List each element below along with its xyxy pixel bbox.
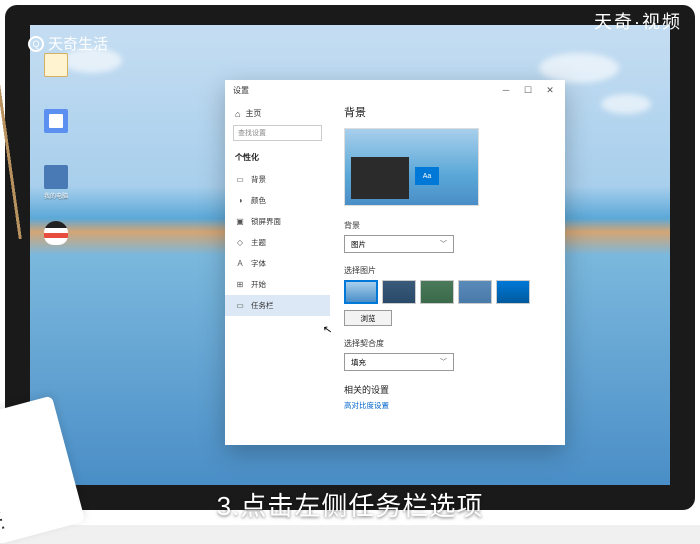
sidebar-item-label: 主题 <box>251 237 266 248</box>
related-link[interactable]: 高对比度设置 <box>344 400 551 411</box>
taskbar-icon: ▭ <box>235 301 245 311</box>
thumbnail[interactable] <box>496 280 530 304</box>
settings-main: 背景 背景 图片 ﹀ 选择图片 <box>330 100 565 445</box>
related-heading: 相关的设置 <box>344 383 551 396</box>
sidebar-item-label: 任务栏 <box>251 300 274 311</box>
close-button[interactable]: ✕ <box>539 81 561 99</box>
themes-icon: ◇ <box>235 238 245 248</box>
search-input[interactable]: 查找设置 <box>233 125 322 141</box>
minimize-button[interactable]: ─ <box>495 81 517 99</box>
logo-icon: Q <box>28 36 44 52</box>
sidebar-item-taskbar[interactable]: ▭ 任务栏 <box>225 295 330 316</box>
desktop-icon-browser[interactable] <box>40 109 72 147</box>
tablet-bezel: 我的电脑 设置 ─ ☐ ✕ <box>5 5 695 510</box>
background-preview <box>344 128 479 206</box>
search-placeholder: 查找设置 <box>238 128 266 138</box>
window-content: ⌂ 主页 查找设置 个性化 ▭ 背景 ◑ 颜色 <box>225 100 565 445</box>
cloud-decoration <box>601 94 651 114</box>
home-label: 主页 <box>245 108 261 119</box>
titlebar[interactable]: 设置 ─ ☐ ✕ <box>225 80 565 100</box>
home-icon: ⌂ <box>235 109 240 119</box>
background-icon: ▭ <box>235 175 245 185</box>
desktop-icon-file[interactable] <box>40 53 72 91</box>
settings-window: 设置 ─ ☐ ✕ ⌂ 主页 查找设置 <box>225 80 565 445</box>
dropdown-value: 图片 <box>351 239 366 250</box>
thumbnail[interactable] <box>382 280 416 304</box>
sidebar-item-fonts[interactable]: A 字体 <box>225 253 330 274</box>
colors-icon: ◑ <box>235 196 245 206</box>
category-label: 个性化 <box>225 149 330 169</box>
chevron-down-icon: ﹀ <box>440 239 447 249</box>
desktop-screen: 我的电脑 设置 ─ ☐ ✕ <box>30 25 670 485</box>
page-title: 背景 <box>344 104 551 120</box>
desktop-icons: 我的电脑 <box>40 53 72 259</box>
pc-icon <box>44 165 68 189</box>
subtitle-caption: 3.点击左侧任务栏选项 <box>0 486 700 523</box>
background-dropdown-label: 背景 <box>344 220 551 231</box>
preview-panel <box>351 157 409 199</box>
video-frame: 我的电脑 设置 ─ ☐ ✕ <box>0 0 700 525</box>
lockscreen-icon: ▣ <box>235 217 245 227</box>
thumbnail[interactable] <box>344 280 378 304</box>
chevron-down-icon: ﹀ <box>440 357 447 367</box>
sidebar-item-label: 开始 <box>251 279 266 290</box>
qq-icon <box>44 221 68 245</box>
choose-picture-label: 选择图片 <box>344 265 551 276</box>
brand-name: 天奇 <box>594 12 634 32</box>
desktop-icon-qq[interactable] <box>40 221 72 259</box>
fit-dropdown-label: 选择契合度 <box>344 338 551 349</box>
home-link[interactable]: ⌂ 主页 <box>225 106 330 125</box>
sidebar-item-background[interactable]: ▭ 背景 <box>225 169 330 190</box>
sidebar-item-label: 锁屏界面 <box>251 216 281 227</box>
sidebar-item-start[interactable]: ⊞ 开始 <box>225 274 330 295</box>
dropdown-value: 填充 <box>351 357 366 368</box>
fonts-icon: A <box>235 259 245 269</box>
sidebar-item-colors[interactable]: ◑ 颜色 <box>225 190 330 211</box>
window-title: 设置 <box>229 85 495 96</box>
cloud-decoration <box>539 53 619 83</box>
browse-label: 浏览 <box>361 313 376 324</box>
sidebar-item-label: 字体 <box>251 258 266 269</box>
brand-text: 天奇生活 <box>48 33 108 54</box>
maximize-button[interactable]: ☐ <box>517 81 539 99</box>
icon-label: 我的电脑 <box>44 191 68 200</box>
sidebar-item-themes[interactable]: ◇ 主题 <box>225 232 330 253</box>
file-icon <box>44 53 68 77</box>
picture-thumbnails <box>344 280 551 304</box>
browse-button[interactable]: 浏览 <box>344 310 392 326</box>
thumbnail[interactable] <box>458 280 492 304</box>
sidebar-item-label: 背景 <box>251 174 266 185</box>
watermark-topright: 天奇·视频 <box>594 8 682 34</box>
sidebar-item-label: 颜色 <box>251 195 266 206</box>
watermark-topleft: Q 天奇生活 <box>28 33 108 54</box>
window-buttons: ─ ☐ ✕ <box>495 81 561 99</box>
background-dropdown[interactable]: 图片 ﹀ <box>344 235 454 253</box>
settings-sidebar: ⌂ 主页 查找设置 个性化 ▭ 背景 ◑ 颜色 <box>225 100 330 445</box>
brand-sub: 视频 <box>642 12 682 32</box>
thumbnail[interactable] <box>420 280 454 304</box>
fit-dropdown[interactable]: 填充 ﹀ <box>344 353 454 371</box>
start-icon: ⊞ <box>235 280 245 290</box>
sidebar-item-lockscreen[interactable]: ▣ 锁屏界面 <box>225 211 330 232</box>
browser-icon <box>44 109 68 133</box>
desktop-icon-pc[interactable]: 我的电脑 <box>40 165 72 203</box>
